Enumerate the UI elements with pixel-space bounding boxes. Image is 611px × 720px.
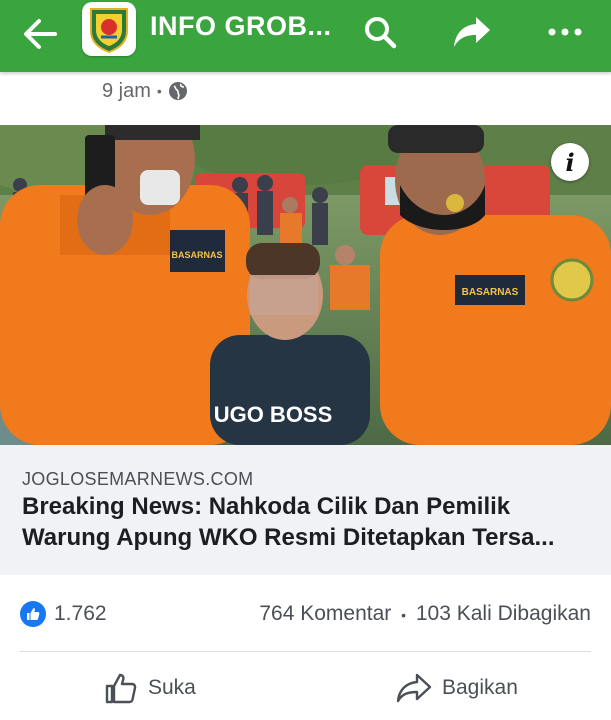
- share-post-button[interactable]: Bagikan: [396, 670, 518, 706]
- meta-separator: •: [156, 83, 162, 99]
- thumbs-up-icon: [27, 608, 40, 620]
- share-arrow-icon: [454, 17, 490, 47]
- rescue-team-photo: BASARNAS UGO BOSS BASARNAS: [0, 125, 611, 445]
- action-bar: Suka Bagikan: [0, 652, 611, 720]
- stats-separator: •: [401, 607, 407, 623]
- reactions-bar: 1.762 764 Komentar • 103 Kali Dibagikan: [0, 576, 611, 650]
- link-preview[interactable]: JOGLOSEMARNEWS.COM Breaking News: Nahkod…: [0, 445, 611, 575]
- regency-emblem-icon: [90, 8, 128, 53]
- share-label: Bagikan: [442, 676, 518, 699]
- share-outline-icon: [396, 673, 432, 703]
- like-label: Suka: [148, 676, 196, 699]
- arrow-left-icon: [24, 19, 57, 49]
- app-header: INFO GROB...: [0, 0, 611, 72]
- uniform-badge-right: BASARNAS: [462, 287, 519, 298]
- article-image[interactable]: BASARNAS UGO BOSS BASARNAS i: [0, 125, 611, 445]
- link-headline: Breaking News: Nahkoda Cilik Dan Pemilik…: [22, 491, 597, 553]
- like-reaction-badge[interactable]: [20, 601, 46, 627]
- comment-count[interactable]: 764 Komentar: [259, 602, 391, 625]
- back-button[interactable]: [18, 12, 62, 56]
- page-logo[interactable]: [82, 2, 136, 56]
- post-time[interactable]: 9 jam: [102, 80, 151, 103]
- share-button[interactable]: [450, 10, 494, 54]
- share-count[interactable]: 103 Kali Dibagikan: [416, 602, 591, 625]
- like-count[interactable]: 1.762: [54, 602, 107, 626]
- thumbs-up-outline-icon: [105, 673, 137, 704]
- headline-line-1: Breaking News: Nahkoda Cilik Dan Pemilik: [22, 493, 511, 520]
- info-icon: i: [565, 147, 575, 177]
- info-button[interactable]: i: [551, 143, 589, 181]
- more-options-button[interactable]: [543, 10, 587, 54]
- headline-line-2: Warung Apung WKO Resmi Ditetapkan Tersa.…: [22, 524, 555, 551]
- search-button[interactable]: [358, 10, 402, 54]
- shirt-logo-text: UGO BOSS: [214, 402, 333, 427]
- like-button[interactable]: Suka: [104, 670, 196, 706]
- search-icon: [365, 17, 397, 49]
- page-title[interactable]: INFO GROB...: [150, 11, 332, 42]
- globe-icon: [168, 82, 187, 100]
- post-meta: 9 jam •: [102, 78, 188, 104]
- uniform-badge-left: BASARNAS: [171, 250, 222, 260]
- link-domain: JOGLOSEMARNEWS.COM: [22, 469, 254, 489]
- more-horizontal-icon: [548, 28, 582, 36]
- engagement-stats: 764 Komentar • 103 Kali Dibagikan: [259, 602, 591, 626]
